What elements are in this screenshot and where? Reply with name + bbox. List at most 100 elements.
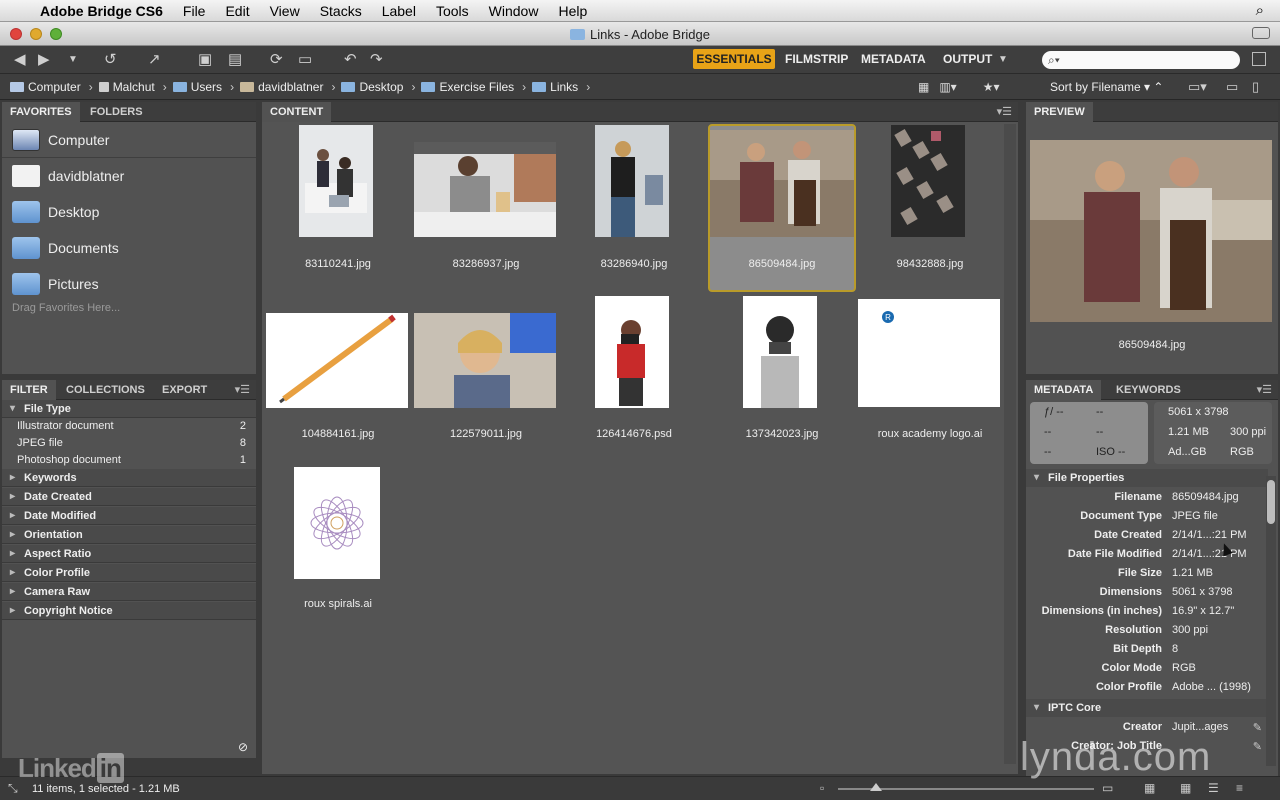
metadata-scrollbar[interactable]: [1266, 476, 1276, 766]
thumbnail-126414676[interactable]: 126414676.psd: [560, 294, 708, 462]
toolbar-toggle-button[interactable]: [1252, 27, 1270, 39]
trash-icon[interactable]: ▯: [1252, 79, 1259, 95]
open-in-camera-raw-icon[interactable]: ⟳: [270, 50, 283, 68]
workspace-filmstrip[interactable]: FILMSTRIP: [785, 49, 848, 69]
thumbnail-roux-spirals[interactable]: roux spirals.ai: [264, 464, 412, 632]
view-as-thumbnails-icon[interactable]: ▦: [1180, 781, 1191, 795]
zoom-out-icon[interactable]: ▫: [820, 781, 824, 795]
tab-filter[interactable]: FILTER: [2, 380, 56, 400]
thumbnail-86509484[interactable]: 86509484.jpg: [708, 124, 856, 292]
filter-section-camera-raw[interactable]: Camera Raw: [2, 583, 256, 601]
back-icon[interactable]: ◀: [14, 50, 26, 68]
tab-collections[interactable]: COLLECTIONS: [58, 380, 153, 400]
filter-row-jpeg[interactable]: JPEG file 8: [2, 435, 256, 452]
menu-help[interactable]: Help: [558, 3, 587, 19]
slider-knob[interactable]: [870, 783, 882, 791]
favorite-davidblatner[interactable]: davidblatner: [12, 162, 124, 190]
zoom-in-icon[interactable]: ▭: [1102, 781, 1113, 795]
boomerang-icon[interactable]: ↺: [104, 50, 117, 68]
crumb-desktop[interactable]: Desktop ›: [341, 80, 415, 94]
tab-content[interactable]: CONTENT: [262, 102, 332, 122]
edit-pencil-icon[interactable]: ✎: [1253, 740, 1262, 753]
filter-section-orientation[interactable]: Orientation: [2, 526, 256, 544]
output-icon[interactable]: ▭: [298, 50, 312, 68]
forward-icon[interactable]: ▶: [38, 50, 50, 68]
lock-thumbnail-grid-icon[interactable]: ▦: [1144, 781, 1155, 795]
menu-view[interactable]: View: [270, 3, 300, 19]
thumbnail-98432888[interactable]: 98432888.jpg: [856, 124, 1004, 292]
menu-edit[interactable]: Edit: [225, 3, 249, 19]
crumb-computer[interactable]: Computer ›: [10, 80, 93, 94]
thumbnail-roux-academy-logo[interactable]: R roux academy logo.ai: [856, 294, 1004, 462]
menu-window[interactable]: Window: [489, 3, 539, 19]
crumb-users[interactable]: Users ›: [172, 80, 234, 94]
view-options-icon[interactable]: ▥▾: [939, 80, 956, 94]
thumbnail-137342023[interactable]: 137342023.jpg: [708, 294, 856, 462]
thumbnail-83286937[interactable]: 83286937.jpg: [412, 124, 560, 292]
workspace-metadata[interactable]: METADATA: [861, 49, 926, 69]
new-folder-icon[interactable]: ▭: [1226, 79, 1238, 95]
crumb-links[interactable]: Links ›: [532, 80, 590, 94]
search-input[interactable]: ⌕▾: [1042, 51, 1240, 69]
preview-image[interactable]: [1030, 140, 1272, 322]
tab-preview[interactable]: PREVIEW: [1026, 102, 1093, 122]
metadata-section-file-properties[interactable]: File Properties: [1026, 469, 1268, 487]
menu-label[interactable]: Label: [382, 3, 416, 19]
edit-pencil-icon[interactable]: ✎: [1253, 721, 1262, 734]
filter-section-color-profile[interactable]: Color Profile: [2, 564, 256, 582]
thumbnail-83286940[interactable]: 83286940.jpg: [560, 124, 708, 292]
menu-file[interactable]: File: [183, 3, 206, 19]
crumb-malchut[interactable]: Malchut ›: [98, 80, 167, 94]
recent-dropdown-icon[interactable]: ▼: [68, 54, 78, 65]
filter-row-photoshop[interactable]: Photoshop document 1: [2, 452, 256, 469]
filter-section-file-type[interactable]: File Type: [2, 400, 256, 418]
thumbnail-104884161[interactable]: 104884161.jpg: [264, 294, 412, 462]
favorite-desktop[interactable]: Desktop: [12, 198, 99, 226]
get-photos-icon[interactable]: ▣: [198, 50, 212, 68]
metadata-section-iptc-core[interactable]: IPTC Core: [1026, 699, 1268, 717]
crumb-davidblatner[interactable]: davidblatner ›: [240, 80, 335, 94]
star-filter-icon[interactable]: ★▾: [983, 80, 1000, 94]
crumb-exercise-files[interactable]: Exercise Files ›: [421, 80, 526, 94]
app-menu[interactable]: Adobe Bridge CS6: [40, 3, 163, 19]
refine-icon[interactable]: ▤: [228, 50, 242, 68]
rotate-right-icon[interactable]: ↷: [370, 50, 383, 68]
panel-menu-icon[interactable]: ▾☰: [1257, 383, 1272, 396]
view-as-details-icon[interactable]: ☰: [1208, 781, 1219, 795]
workspace-output[interactable]: OUTPUT: [943, 49, 992, 69]
scrollbar-thumb[interactable]: [1267, 480, 1275, 524]
clear-filter-icon[interactable]: ⊘: [238, 740, 248, 754]
tab-folders[interactable]: FOLDERS: [82, 102, 151, 122]
favorite-documents[interactable]: Documents: [12, 234, 119, 262]
filter-section-aspect-ratio[interactable]: Aspect Ratio: [2, 545, 256, 563]
panel-menu-icon[interactable]: ▾☰: [997, 105, 1012, 118]
workspace-essentials[interactable]: ESSENTIALS: [693, 49, 775, 69]
reveal-recent-icon[interactable]: ↗: [148, 50, 161, 68]
thumbnail-83110241[interactable]: 83110241.jpg: [264, 124, 412, 292]
filter-section-copyright[interactable]: Copyright Notice: [2, 602, 256, 620]
tab-favorites[interactable]: FAVORITES: [2, 102, 80, 122]
resize-handle-icon[interactable]: ⤡: [8, 781, 18, 796]
rotate-left-icon[interactable]: ↶: [344, 50, 357, 68]
sort-dropdown[interactable]: Sort by Filename ▾ ⌃: [1050, 80, 1163, 94]
view-as-list-icon[interactable]: ≡: [1236, 781, 1243, 795]
content-scrollbar[interactable]: [1004, 124, 1016, 764]
compact-mode-button[interactable]: [1252, 52, 1266, 66]
spotlight-icon[interactable]: ⌕: [1256, 2, 1264, 19]
panel-menu-icon[interactable]: ▾☰: [235, 383, 250, 396]
filter-section-keywords[interactable]: Keywords: [2, 469, 256, 487]
tab-keywords[interactable]: KEYWORDS: [1108, 380, 1189, 400]
favorite-computer[interactable]: Computer: [12, 126, 109, 154]
menu-tools[interactable]: Tools: [436, 3, 469, 19]
thumbnail-quality-icon[interactable]: ▦: [918, 80, 929, 94]
favorite-pictures[interactable]: Pictures: [12, 270, 99, 298]
tab-export[interactable]: EXPORT: [154, 380, 215, 400]
filter-row-illustrator[interactable]: Illustrator document 2: [2, 418, 256, 435]
open-recent-folder-icon[interactable]: ▭▾: [1188, 79, 1207, 95]
tab-metadata[interactable]: METADATA: [1026, 380, 1102, 400]
sort-order-icon[interactable]: ⌃: [1153, 80, 1163, 94]
thumbnail-122579011[interactable]: 122579011.jpg: [412, 294, 560, 462]
menu-stacks[interactable]: Stacks: [320, 3, 362, 19]
filter-section-date-modified[interactable]: Date Modified: [2, 507, 256, 525]
workspace-menu-icon[interactable]: ▼: [998, 54, 1008, 65]
